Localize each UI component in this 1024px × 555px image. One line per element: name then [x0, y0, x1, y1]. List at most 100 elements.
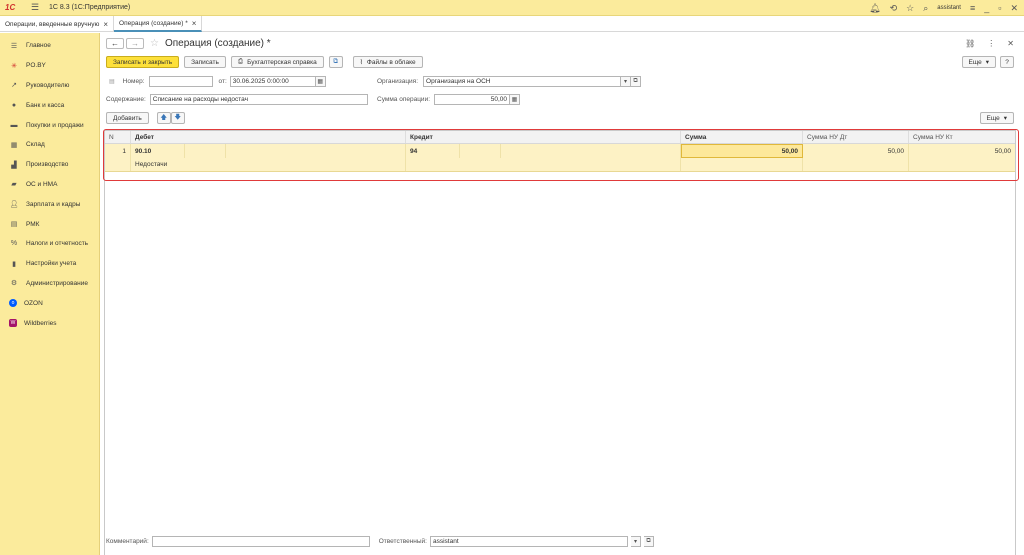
- sidebar-item-label: Склад: [26, 141, 45, 149]
- favorite-star-icon[interactable]: ☆: [150, 38, 159, 49]
- sum-label: Сумма операции:: [377, 96, 430, 103]
- button-label: Еще: [986, 114, 1000, 122]
- table-row-subline[interactable]: Недостачи: [105, 158, 1015, 172]
- sum-input[interactable]: 50,00: [434, 94, 510, 105]
- header-sum[interactable]: Сумма: [681, 131, 803, 143]
- sidebar-item-settings[interactable]: ▮ Настройки учета: [0, 254, 99, 274]
- search-icon[interactable]: ⌕: [923, 3, 928, 14]
- header-nu-dt[interactable]: Сумма НУ Дт: [803, 131, 909, 143]
- header-credit[interactable]: Кредит: [406, 131, 681, 143]
- dropdown-icon: ▾: [1003, 115, 1007, 122]
- sidebar-item-rmk[interactable]: ▤ РМК: [0, 214, 99, 234]
- save-and-close-button[interactable]: Записать и закрыть: [106, 56, 180, 68]
- sidebar-item-manager[interactable]: ↗ Руководителю: [0, 76, 99, 96]
- cell-credit-subconto-1[interactable]: [460, 144, 501, 158]
- user-name[interactable]: assistant: [937, 5, 961, 11]
- open-link-icon[interactable]: ⧉: [631, 76, 642, 87]
- sidebar-item-warehouse[interactable]: ▦ Склад: [0, 135, 99, 155]
- table-more-button[interactable]: Еще ▾: [979, 112, 1014, 124]
- header-n[interactable]: N: [105, 131, 131, 143]
- settings-menu-icon[interactable]: ≡: [970, 3, 975, 13]
- sidebar-item-taxes[interactable]: % Налоги и отчетность: [0, 234, 99, 254]
- cell-debit-subconto-2[interactable]: [226, 144, 406, 158]
- add-row-button[interactable]: Добавить: [106, 112, 149, 124]
- chevron-down-icon[interactable]: ▾: [621, 76, 632, 87]
- bell-icon[interactable]: 🔔︎: [869, 3, 880, 14]
- number-input[interactable]: [148, 76, 213, 87]
- more-vertical-icon[interactable]: ⋮: [987, 39, 995, 48]
- factory-icon: ▟: [11, 161, 17, 169]
- form-footer: Комментарий: Ответственный: assistant ▾ …: [106, 536, 654, 547]
- sidebar-item-fixed-assets[interactable]: ▰ ОС и НМА: [0, 175, 99, 195]
- sidebar-item-production[interactable]: ▟ Производство: [0, 155, 99, 175]
- cloud-files-button[interactable]: ⌇ Файлы в облаке: [352, 56, 423, 68]
- help-button[interactable]: ?: [1000, 56, 1014, 68]
- open-link-icon[interactable]: ⧉: [643, 536, 654, 547]
- tab-manual-operations[interactable]: Операции, введенные вручную ×: [0, 16, 115, 32]
- table-row[interactable]: 1 90.10 94 50,00 50,00 50,00: [105, 144, 1015, 158]
- gear-icon: ⚙: [10, 280, 18, 288]
- sidebar-item-poby[interactable]: ✳ PO.BY: [0, 56, 99, 76]
- sidebar-item-label: Руководителю: [26, 81, 70, 89]
- tab-close-icon[interactable]: ×: [103, 20, 108, 29]
- more-button[interactable]: Еще ▾: [961, 56, 996, 68]
- sidebar-item-sales[interactable]: ▬ Покупки и продажи: [0, 115, 99, 135]
- cell-empty: [909, 158, 1015, 171]
- register-icon: ▤: [10, 221, 18, 229]
- calculator-icon[interactable]: ▦: [510, 94, 520, 105]
- sidebar-item-ozon[interactable]: o OZON: [0, 293, 99, 313]
- title-bar-actions: 🔔︎ ⟲ ☆ ⌕ assistant ≡ _ ▫ ✕: [869, 0, 1018, 16]
- cell-credit-subconto-name[interactable]: [406, 158, 681, 171]
- sidebar-item-label: Налоги и отчетность: [26, 240, 89, 248]
- main-menu-icon[interactable]: ☰: [31, 2, 41, 13]
- comment-input[interactable]: [151, 536, 370, 547]
- sidebar-item-label: Главное: [26, 42, 51, 50]
- form-close-icon[interactable]: ✕: [1007, 39, 1014, 48]
- content-input[interactable]: Списание на расходы недостач: [149, 94, 368, 105]
- organization-input[interactable]: Организация на ОСН: [423, 76, 622, 87]
- sidebar-item-bank[interactable]: ● Банк и касса: [0, 95, 99, 115]
- paperclip-icon: ⌇: [359, 59, 363, 66]
- table-toolbar-right: Еще ▾: [979, 112, 1014, 124]
- cell-debit-subconto-name[interactable]: Недостачи: [131, 158, 406, 171]
- favorites-star-icon[interactable]: ☆: [906, 3, 914, 14]
- sidebar-item-main[interactable]: ☰ Главное: [0, 36, 99, 56]
- close-icon[interactable]: ✕: [1010, 3, 1018, 14]
- minimize-icon[interactable]: _: [984, 3, 989, 13]
- forward-arrow-icon[interactable]: →: [126, 38, 144, 49]
- cell-debit[interactable]: 90.10: [131, 144, 185, 158]
- sidebar-item-admin[interactable]: ⚙ Администрирование: [0, 274, 99, 294]
- cell-debit-subconto-1[interactable]: [185, 144, 226, 158]
- truck-icon: ▰: [11, 181, 17, 189]
- move-buttons: 🡅 🡇: [156, 112, 185, 124]
- header-debit[interactable]: Дебет: [131, 131, 406, 143]
- sidebar-item-wildberries[interactable]: W Wildberries: [0, 313, 99, 333]
- cell-sum[interactable]: 50,00: [681, 144, 803, 158]
- restore-icon[interactable]: ▫: [998, 3, 1001, 13]
- person-icon: 👤︎: [9, 201, 19, 209]
- sidebar-item-salary[interactable]: 👤︎ Зарплата и кадры: [0, 194, 99, 214]
- cell-credit[interactable]: 94: [406, 144, 460, 158]
- tab-close-icon[interactable]: ×: [192, 19, 197, 28]
- responsible-input[interactable]: assistant: [429, 536, 628, 547]
- back-arrow-icon[interactable]: ←: [106, 38, 124, 49]
- tab-operation-create[interactable]: Операция (создание) * ×: [114, 16, 203, 32]
- sidebar-item-label: Настройки учета: [26, 260, 77, 268]
- history-icon[interactable]: ⟲: [890, 3, 898, 14]
- accounting-report-button[interactable]: ⎙ Бухгалтерская справка: [230, 56, 324, 68]
- move-down-icon[interactable]: 🡇: [170, 112, 185, 124]
- save-button[interactable]: Записать: [184, 56, 226, 68]
- cell-nu-dt[interactable]: 50,00: [803, 144, 909, 158]
- structure-button[interactable]: ⧉: [328, 56, 343, 68]
- cell-credit-subconto-2[interactable]: [501, 144, 681, 158]
- date-input[interactable]: 30.06.2025 0:00:00: [229, 76, 316, 87]
- cell-nu-kt[interactable]: 50,00: [909, 144, 1015, 158]
- move-up-icon[interactable]: 🡅: [156, 112, 171, 124]
- header-nu-kt[interactable]: Сумма НУ Кт: [909, 131, 1015, 143]
- link-icon[interactable]: ⛓: [965, 39, 975, 48]
- sidebar-item-label: Производство: [26, 161, 69, 169]
- calendar-icon[interactable]: ▦: [315, 76, 326, 87]
- chevron-down-icon[interactable]: ▾: [630, 536, 641, 547]
- title-bar: 1С ☰ 1С 8.3 (1С:Предприятие) 🔔︎ ⟲ ☆ ⌕ as…: [0, 0, 1024, 16]
- wildberries-icon: W: [9, 319, 17, 328]
